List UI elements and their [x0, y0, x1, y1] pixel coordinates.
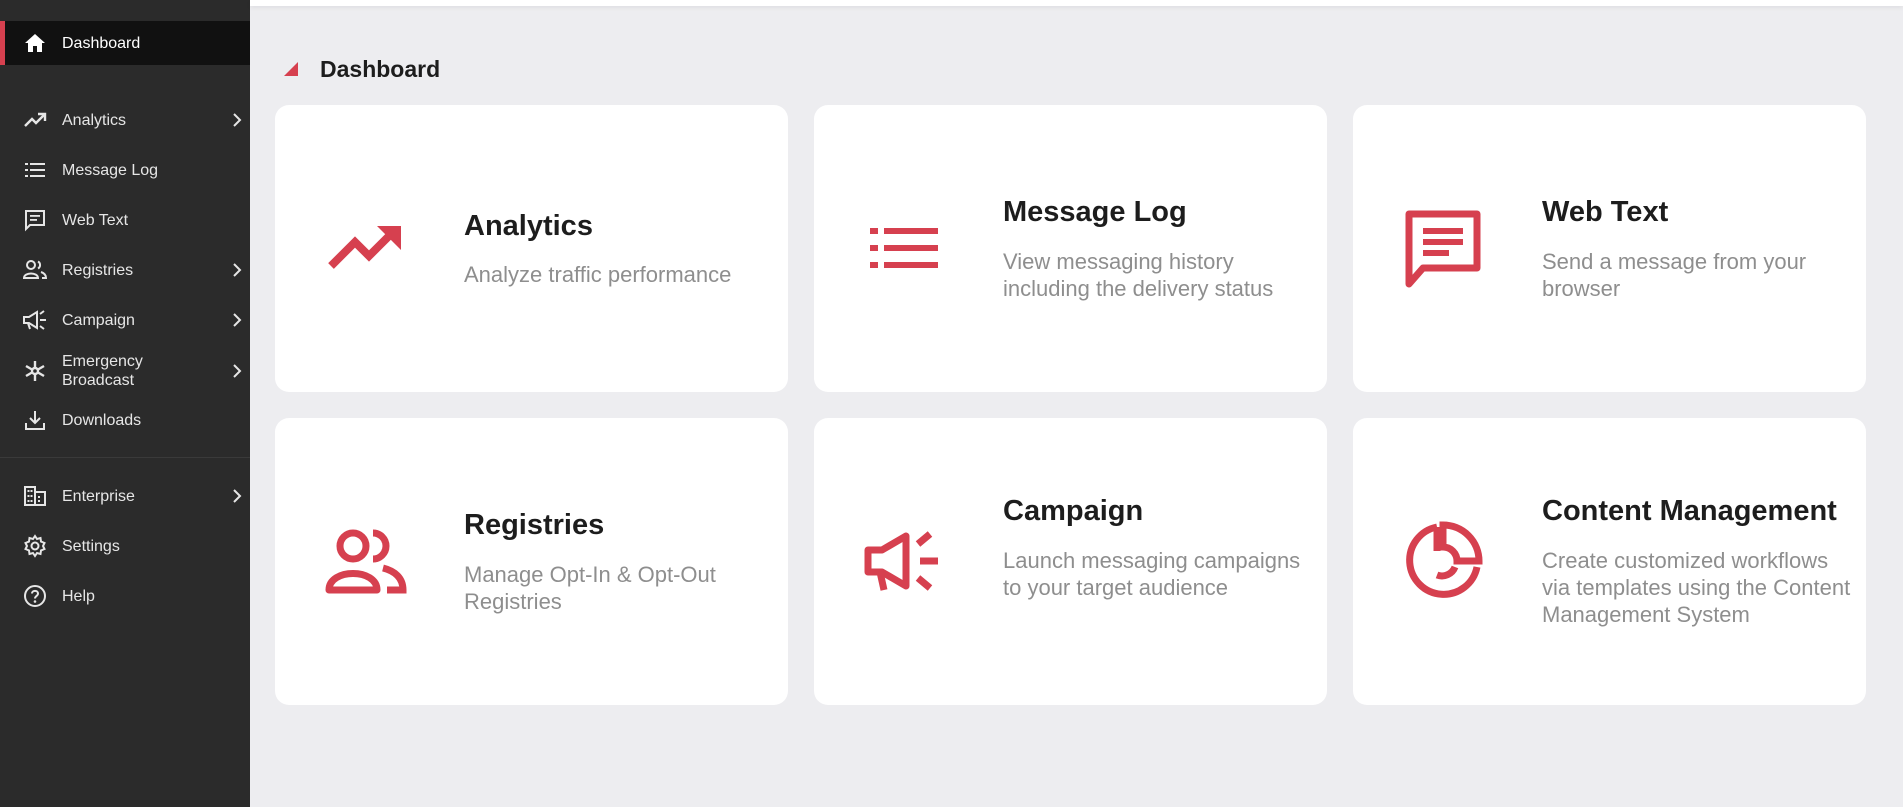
sidebar-item-label: Registries [62, 261, 134, 279]
trending-up-icon [323, 206, 407, 290]
sidebar-item-label: Web Text [62, 211, 129, 229]
card-title: Analytics [464, 210, 593, 242]
gear-icon [22, 533, 48, 559]
list-icon [22, 157, 48, 183]
card-title: Message Log [1003, 196, 1187, 228]
sidebar-item-label: Enterprise [62, 487, 135, 505]
card-title: Web Text [1542, 196, 1669, 228]
sidebar-item-web-text[interactable]: Web Text [0, 207, 250, 233]
sidebar-item-help[interactable]: Help [0, 583, 250, 609]
trending-up-icon [22, 107, 48, 133]
sidebar-item-registries[interactable]: Registries [0, 257, 250, 283]
megaphone-icon [22, 307, 48, 333]
top-bar [250, 0, 1903, 6]
card-registries[interactable]: Registries Manage Opt-In & Opt-Out Regis… [275, 418, 788, 705]
card-description: Create customized workflows via template… [1542, 548, 1851, 627]
sidebar-item-campaign[interactable]: Campaign [0, 307, 250, 333]
sidebar-item-dashboard[interactable]: Dashboard [0, 21, 250, 65]
sidebar-item-label: Downloads [62, 411, 142, 429]
card-description: View messaging history including the del… [1003, 249, 1274, 301]
sidebar-item-downloads[interactable]: Downloads [0, 407, 250, 433]
card-analytics[interactable]: Analytics Analyze traffic performance [275, 105, 788, 392]
sidebar-item-label: Analytics [62, 111, 127, 129]
card-campaign[interactable]: Campaign Launch messaging campaigns to y… [814, 418, 1327, 705]
chevron-right-icon [233, 489, 242, 503]
emergency-icon [22, 358, 48, 384]
sidebar-item-settings[interactable]: Settings [0, 533, 250, 559]
card-title: Registries [464, 509, 605, 541]
building-icon [22, 483, 48, 509]
people-icon [22, 257, 48, 283]
card-title: Content Management [1542, 495, 1837, 527]
chevron-right-icon [233, 263, 242, 277]
sidebar-item-enterprise[interactable]: Enterprise [0, 483, 250, 509]
sidebar-item-emergency-broadcast[interactable]: Emergency Broadcast [0, 350, 250, 392]
list-icon [862, 206, 946, 290]
sidebar-item-label: Help [62, 587, 95, 605]
message-icon [22, 207, 48, 233]
sidebar-item-label: Dashboard [62, 34, 141, 52]
page-title: Dashboard [320, 56, 441, 82]
sidebar-item-label: Settings [62, 537, 120, 555]
chevron-right-icon [233, 364, 242, 378]
card-content-management[interactable]: Content Management Create customized wor… [1353, 418, 1866, 705]
sidebar-item-label: Campaign [62, 311, 135, 329]
card-message-log[interactable]: Message Log View messaging history inclu… [814, 105, 1327, 392]
chevron-right-icon [233, 313, 242, 327]
sidebar-item-analytics[interactable]: Analytics [0, 107, 250, 133]
card-description: Send a message from your browser [1542, 249, 1807, 301]
pie-icon [1401, 519, 1485, 603]
sidebar-item-message-log[interactable]: Message Log [0, 157, 250, 183]
message-icon [1401, 206, 1485, 290]
sidebar-item-label: Emergency Broadcast [62, 353, 143, 389]
card-web-text[interactable]: Web Text Send a message from your browse… [1353, 105, 1866, 392]
home-icon [22, 30, 48, 56]
megaphone-icon [862, 519, 946, 603]
download-icon [22, 407, 48, 433]
card-description: Analyze traffic performance [464, 262, 732, 287]
title-marker-icon [284, 62, 298, 76]
card-description: Manage Opt-In & Opt-Out Registries [464, 562, 716, 614]
sidebar: Dashboard Analytics Message Log Web Text… [0, 0, 250, 807]
sidebar-item-label: Message Log [62, 161, 159, 179]
sidebar-divider [0, 457, 250, 458]
card-description: Launch messaging campaigns to your targe… [1003, 548, 1301, 600]
help-icon [22, 583, 48, 609]
people-icon [323, 519, 407, 603]
card-title: Campaign [1003, 495, 1144, 527]
chevron-right-icon [233, 113, 242, 127]
